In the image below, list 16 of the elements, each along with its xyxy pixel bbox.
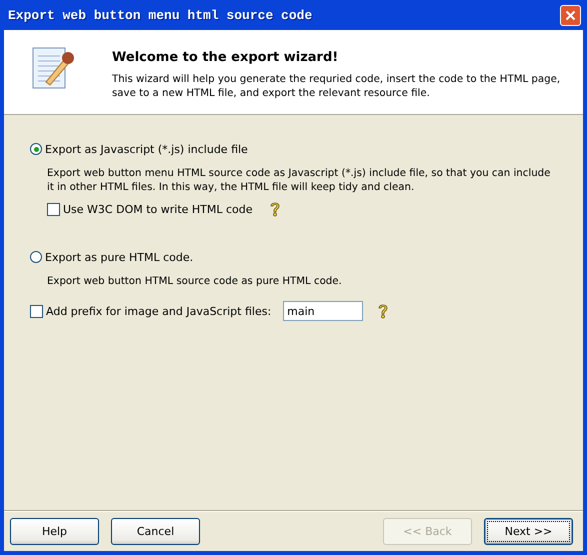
checkbox-option[interactable]: Add prefix for image and JavaScript files: — [30, 303, 272, 319]
wizard-description: This wizard will help you generate the requried code, insert the code to the HTML page, save to a new HTML file, and export the relevant resource file. — [112, 73, 562, 101]
radio-option[interactable]: Export as pure HTML code. — [30, 249, 563, 265]
prefix-field[interactable]: main — [283, 301, 364, 321]
wizard-button[interactable]: Help — [10, 518, 99, 544]
wizard-button[interactable]: Next >> — [484, 518, 573, 544]
radio-option[interactable]: Export as Javascript (*.js) include file — [30, 141, 563, 157]
help-icon[interactable] — [377, 303, 390, 319]
window-title: Export web button menu html source code — [8, 8, 312, 22]
checkbox-option[interactable]: Use W3C DOM to write HTML code — [47, 201, 253, 217]
close-icon[interactable] — [560, 4, 581, 26]
help-icon[interactable] — [268, 201, 281, 217]
option-description: Export web button menu HTML source code as Javascript (*.js) include file, so that you can include it in other HTML files. In this way, the HTML file will keep tidy and clean. — [47, 167, 552, 195]
wizard-button[interactable]: Cancel — [111, 518, 200, 544]
wizard-heading: Welcome to the export wizard! — [112, 50, 340, 65]
option-description: Export web button HTML source code as pure HTML code. — [47, 275, 343, 289]
